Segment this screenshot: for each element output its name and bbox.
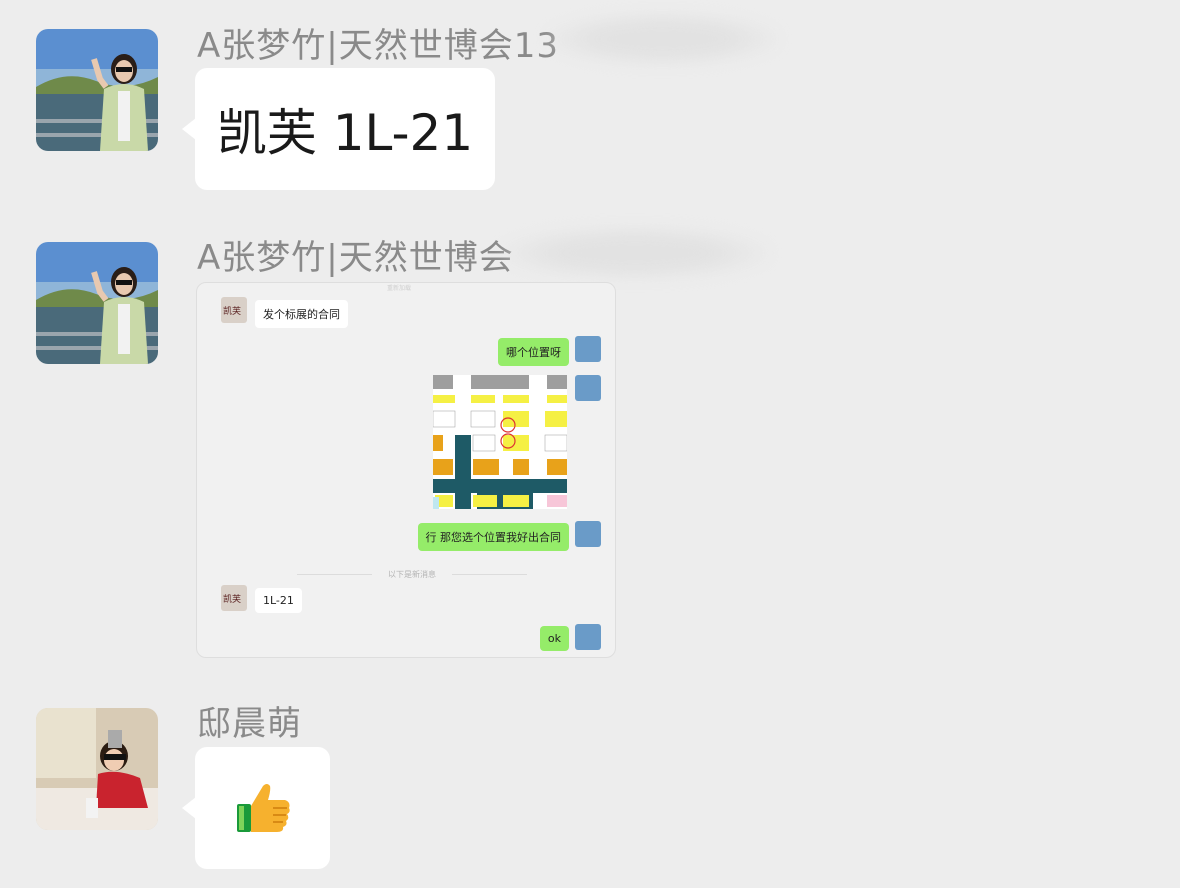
screenshot-top-text: 重新加载 — [387, 285, 412, 292]
screenshot-image[interactable]: 重新加载 凯芙 发个标展的合同 哪个位置呀 行 那您选个位置我好出合同 以下是新… — [196, 282, 616, 658]
chat-message: 行 那您选个位置我好出合同 — [417, 523, 569, 551]
sender-name: A张梦竹|天然世博会 — [197, 238, 514, 278]
self-avatar — [575, 624, 601, 650]
chat-message: ok — [539, 626, 569, 651]
chat-message: 发个标展的合同 — [255, 300, 348, 328]
contact-avatar: 凯芙 — [221, 297, 247, 323]
avatar-text: 凯芙 — [223, 307, 242, 317]
message-bubble[interactable]: 凯芙 1L-21 — [182, 68, 495, 190]
contact-avatar: 凯芙 — [221, 585, 247, 611]
thumbs-up-icon — [236, 784, 290, 832]
sender-name: 邸晨萌 — [197, 704, 302, 744]
bubble-tail — [182, 797, 196, 819]
new-messages-divider: 以下是新消息 — [297, 568, 527, 580]
sender-avatar[interactable] — [36, 29, 158, 151]
bubble-tail — [182, 118, 196, 140]
emoji-bubble[interactable] — [182, 747, 330, 869]
sender-name: A张梦竹|天然世博会13 — [197, 26, 559, 66]
sender-avatar[interactable] — [36, 242, 158, 364]
redacted-blur — [545, 12, 780, 66]
redacted-blur — [500, 226, 770, 280]
self-avatar — [575, 375, 601, 401]
avatar-text: 凯芙 — [223, 595, 242, 605]
message-text: 凯芙 1L-21 — [216, 104, 474, 162]
sender-avatar[interactable] — [36, 708, 158, 830]
chat-message: 1L-21 — [255, 588, 302, 613]
divider-text: 以下是新消息 — [388, 570, 436, 579]
self-avatar — [575, 336, 601, 362]
self-avatar — [575, 521, 601, 547]
chat-message: 哪个位置呀 — [498, 338, 569, 366]
floor-plan-image — [432, 375, 568, 509]
